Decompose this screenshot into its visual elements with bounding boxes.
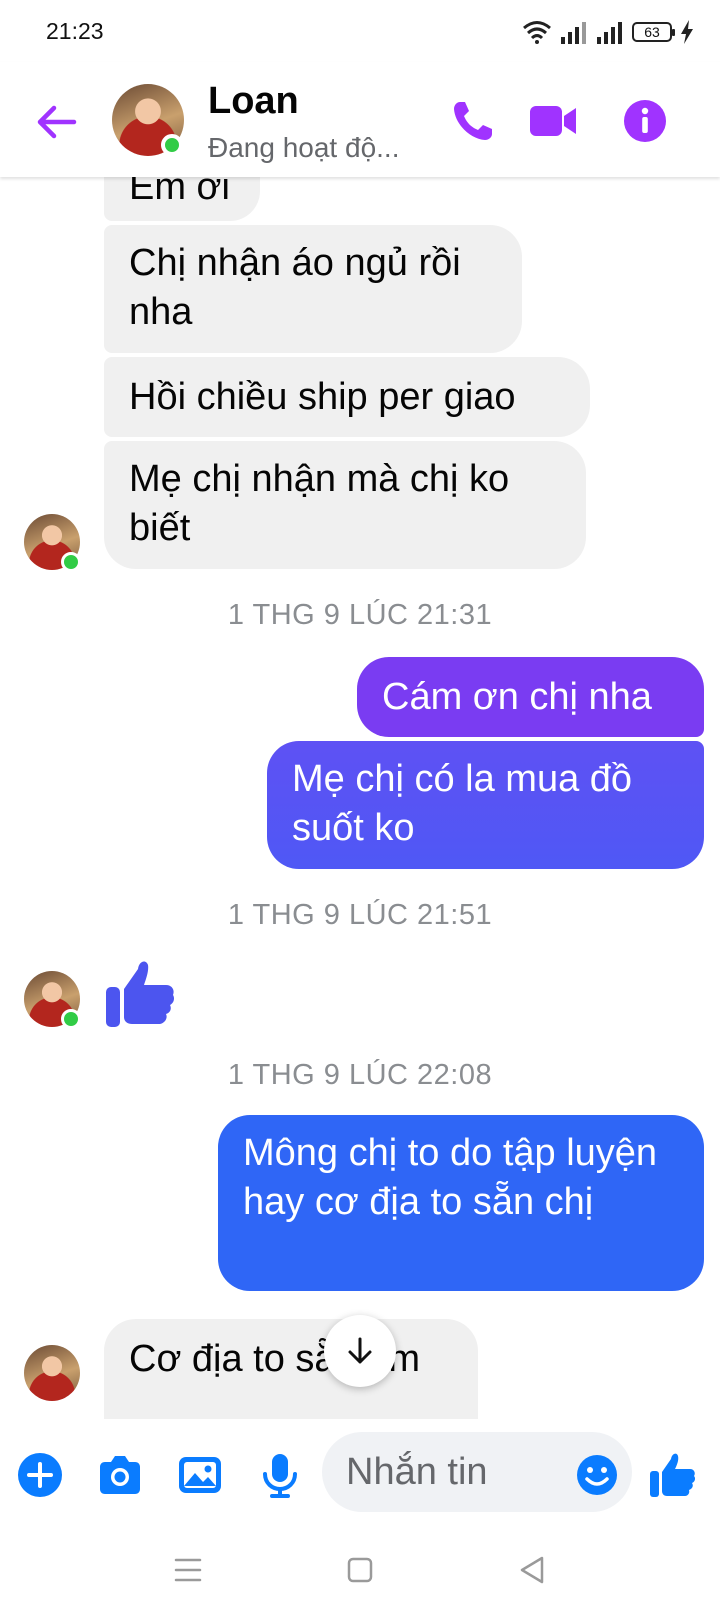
- message-bubble-incoming[interactable]: Em ơi: [104, 177, 260, 221]
- menu-icon[interactable]: [168, 1550, 208, 1590]
- conversation-header: Loan Đang hoạt độ...: [0, 62, 720, 177]
- online-indicator: [161, 134, 183, 156]
- back-triangle-icon[interactable]: [512, 1550, 552, 1590]
- message-bubble-incoming[interactable]: Chị nhận áo ngủ rồi nha: [104, 225, 522, 353]
- system-navigation-bar: [0, 1530, 720, 1612]
- timestamp: 1 THG 9 LÚC 22:08: [227, 1059, 493, 1091]
- scroll-to-bottom-button[interactable]: [324, 1315, 396, 1387]
- charging-icon: [681, 20, 693, 44]
- status-bar: 21:23 63: [0, 0, 720, 62]
- message-bubble-outgoing[interactable]: Mẹ chị có la mua đồ suốt ko: [267, 741, 704, 869]
- arrow-left-icon[interactable]: [34, 100, 78, 144]
- online-indicator: [61, 552, 81, 572]
- online-indicator: [61, 1009, 81, 1029]
- emoji-icon[interactable]: [576, 1454, 618, 1496]
- plus-circle-icon[interactable]: [16, 1451, 64, 1499]
- image-icon[interactable]: [176, 1451, 224, 1499]
- message-bubble-outgoing[interactable]: Mông chị to do tập luyện hay cơ địa to s…: [218, 1115, 704, 1291]
- sender-avatar[interactable]: [24, 1345, 80, 1401]
- thumbs-up-icon[interactable]: [104, 957, 176, 1029]
- status-icons: 63: [522, 18, 694, 46]
- status-time: 21:23: [46, 18, 104, 44]
- camera-icon[interactable]: [96, 1451, 144, 1499]
- signal-icon: [597, 22, 622, 44]
- contact-name[interactable]: Loan: [208, 80, 299, 123]
- home-square-icon[interactable]: [340, 1550, 380, 1590]
- phone-icon[interactable]: [448, 96, 498, 146]
- info-icon[interactable]: [620, 96, 670, 146]
- video-camera-icon[interactable]: [528, 96, 578, 146]
- message-list[interactable]: Em ơi Chị nhận áo ngủ rồi nha Hồi chiều …: [0, 177, 720, 1420]
- contact-status: Đang hoạt độ...: [208, 132, 400, 163]
- message-bubble-incoming[interactable]: Hồi chiều ship per giao: [104, 357, 590, 437]
- message-bubble-incoming[interactable]: Mẹ chị nhận mà chị ko biết: [104, 441, 586, 569]
- signal-icon: [561, 22, 586, 44]
- thumbs-up-icon[interactable]: [648, 1451, 696, 1499]
- microphone-icon[interactable]: [256, 1451, 304, 1499]
- wifi-icon: [523, 21, 551, 44]
- message-bubble-incoming[interactable]: Cơ địa to sẵn em: [104, 1319, 478, 1419]
- timestamp: 1 THG 9 LÚC 21:31: [227, 599, 493, 631]
- message-composer: [0, 1420, 720, 1530]
- message-bubble-outgoing[interactable]: Cám ơn chị nha: [357, 657, 704, 737]
- arrow-down-icon: [348, 1337, 372, 1364]
- timestamp: 1 THG 9 LÚC 21:51: [227, 899, 493, 931]
- battery-indicator: 63: [632, 22, 675, 42]
